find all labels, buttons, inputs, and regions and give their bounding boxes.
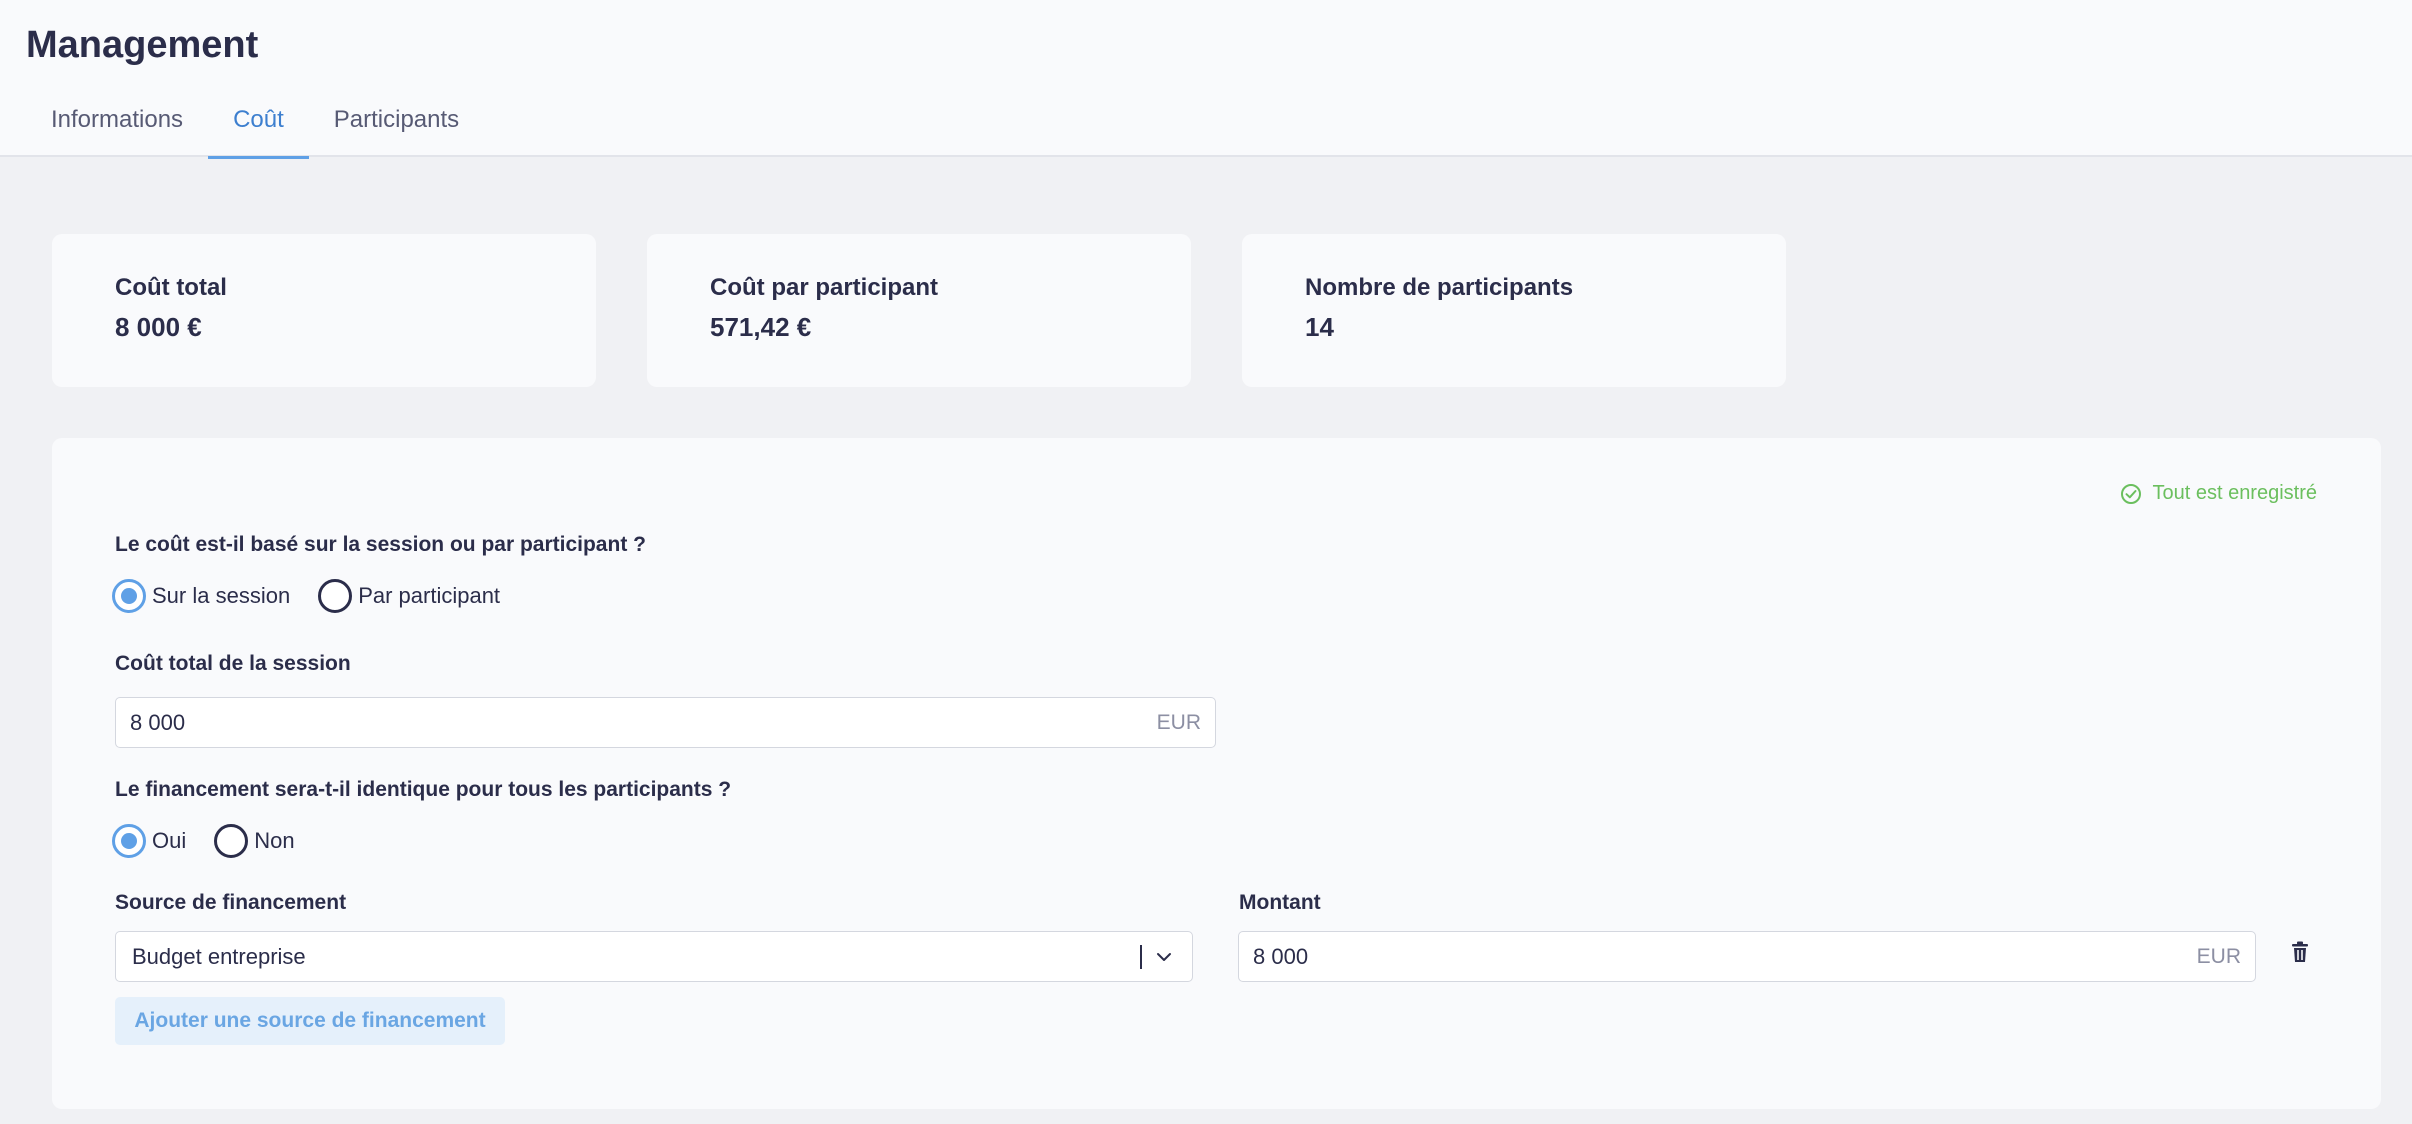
identical-funding-question: Le financement sera-t-il identique pour …: [115, 778, 732, 801]
check-circle-icon: [2121, 483, 2142, 504]
radio-label: Sur la session: [152, 583, 291, 608]
radio-label: Non: [254, 828, 295, 853]
currency-suffix: EUR: [2196, 944, 2241, 968]
add-funding-source-button[interactable]: Ajouter une source de financement: [115, 997, 505, 1045]
stat-label: Coût par participant: [710, 274, 939, 301]
funding-source-value: Budget entreprise: [132, 943, 306, 969]
chevron-down-icon[interactable]: [1156, 952, 1172, 962]
trash-icon[interactable]: [2291, 941, 2309, 968]
tab-bar: Informations Coût Participants: [26, 100, 484, 159]
cost-form-card: Tout est enregistré Le coût est-il basé …: [52, 438, 2381, 1109]
tab-cout[interactable]: Coût: [208, 100, 309, 159]
radio-checked-icon: [112, 579, 146, 613]
amount-label: Montant: [1239, 891, 1321, 914]
radio-non[interactable]: Non: [214, 824, 295, 858]
radio-par-participant[interactable]: Par participant: [318, 579, 500, 613]
radio-unchecked-icon: [214, 824, 249, 858]
radio-oui[interactable]: Oui: [112, 824, 186, 858]
cost-basis-question: Le coût est-il basé sur la session ou pa…: [115, 533, 646, 556]
select-separator: [1140, 944, 1142, 969]
page-header: Management Informations Coût Participant…: [0, 0, 2412, 159]
identical-funding-radio-group: Oui Non: [112, 824, 323, 858]
session-cost-label: Coût total de la session: [115, 652, 351, 675]
session-cost-value: 8 000: [130, 709, 186, 735]
amount-value: 8 000: [1253, 943, 1309, 969]
stat-label: Nombre de participants: [1305, 274, 1574, 301]
stat-value: 8 000 €: [115, 312, 202, 342]
radio-label: Oui: [152, 828, 187, 853]
funding-source-select[interactable]: Budget entreprise: [115, 931, 1193, 982]
radio-checked-icon: [112, 824, 146, 858]
stat-value: 14: [1305, 312, 1334, 342]
page-title: Management: [26, 24, 259, 66]
save-status-text: Tout est enregistré: [2152, 482, 2317, 504]
tab-participants[interactable]: Participants: [309, 100, 484, 157]
session-cost-input[interactable]: 8 000 EUR: [115, 697, 1216, 748]
radio-sur-la-session[interactable]: Sur la session: [112, 579, 290, 613]
currency-suffix: EUR: [1156, 710, 1201, 734]
stat-label: Coût total: [115, 274, 227, 301]
stat-card-participant-count: Nombre de participants 14: [1242, 234, 1786, 387]
save-status: Tout est enregistré: [2120, 482, 2317, 505]
radio-label: Par participant: [358, 583, 501, 608]
cost-basis-radio-group: Sur la session Par participant: [112, 579, 528, 613]
stat-card-cost-per-participant: Coût par participant 571,42 €: [647, 234, 1191, 387]
amount-input[interactable]: 8 000 EUR: [1238, 931, 2256, 982]
tab-informations[interactable]: Informations: [26, 100, 208, 157]
stat-card-total-cost: Coût total 8 000 €: [52, 234, 596, 387]
funding-source-label: Source de financement: [115, 891, 347, 914]
stat-value: 571,42 €: [710, 312, 812, 342]
radio-unchecked-icon: [318, 579, 353, 613]
